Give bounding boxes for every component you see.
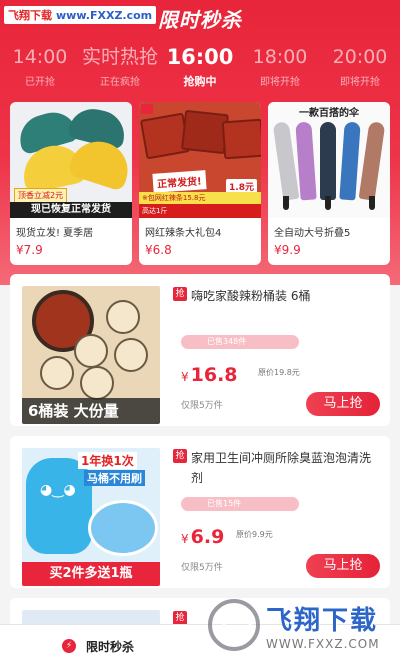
product-price: ¥7.9 [16,243,43,257]
original-price: 原价9.9元 [236,530,273,539]
product-name: 现货立发! 夏季居 [16,228,94,239]
time-slot-1800[interactable]: 18:00 即将开抢 [240,44,320,94]
image-promo-banner: 买2件多送1瓶 [22,562,160,586]
umbrella [339,121,361,201]
sold-count-bar: 已售348件 [181,335,299,349]
slot-state: 即将开抢 [260,77,300,88]
corner-badge [141,104,153,114]
current-price: ¥6.9 [181,526,224,548]
noodle-cup [74,334,108,368]
watermark-logo-icon [208,599,260,651]
seckill-tag-icon: 抢 [173,287,187,301]
price-value: 6.9 [190,526,225,548]
spicy-strips-image: 正常发货! 1.8元 ※包网红辣条15.8元 高达1斤 [139,102,261,218]
time-slot-realtime[interactable]: 实时热抢 正在疯抢 [80,44,160,94]
umbrella-handle [283,196,289,210]
slot-state: 抢购中 [183,75,217,88]
cleaner-mascot [26,458,92,554]
watermark-bottom: 飞翔下载 WWW.FXXZ.COM [208,590,398,660]
shipping-label: 正常发货! [152,170,207,193]
umbrella-handle [369,196,375,210]
currency-symbol: ¥ [181,532,189,546]
seckill-tag-icon: 抢 [173,449,187,463]
tab-seckill-label: 限时秒杀 [86,639,135,654]
slot-time: 实时热抢 [81,46,158,68]
product-name: 网红辣条大礼包4 [145,228,222,239]
promo-ribbon-secondary: 高达1斤 [139,204,261,218]
product-price: ¥6.8 [145,243,172,257]
time-slot-2000[interactable]: 20:00 即将开抢 [320,44,400,94]
product-name: 全自动大号折叠5 [274,228,351,239]
featured-products-row: 顶香立减2元 现已恢复正常发货 现货立发! 夏季居 ¥7.9 正常发货! 1.8… [10,102,390,265]
noodle-cup [114,338,148,372]
toilet-bowl [88,500,158,556]
limit-text: 仅限5万件 [181,401,223,411]
price-value: 16.8 [190,364,238,386]
time-slot-bar: 14:00 已开抢 实时热抢 正在疯抢 16:00 抢购中 18:00 即将开抢… [0,44,400,94]
watermark-name: 飞翔下载 [266,605,379,636]
product-card-spicy-strips[interactable]: 正常发货! 1.8元 ※包网红辣条15.8元 高达1斤 网红辣条大礼包4 ¥6.… [139,102,261,265]
product-price: ¥9.9 [274,243,301,257]
slippers-image: 顶香立减2元 现已恢复正常发货 [10,102,132,218]
noodle-cup [80,366,114,400]
slot-time: 18:00 [252,46,308,68]
mascot-face: ◕‿◕ [40,482,76,498]
slot-state: 正在疯抢 [100,77,140,88]
promo-ribbon: ※包网红辣条15.8元 [139,192,261,204]
toilet-cleaner-image: ◕‿◕ 1年换1次 马桶不用刷 买2件多送1瓶 [22,448,160,586]
noodle-cup [40,356,74,390]
slot-time: 16:00 [166,45,234,69]
tab-seckill[interactable]: ⚡ 限时秒杀 [62,638,134,655]
seckill-tag-icon: 抢 [173,611,187,625]
umbrella [358,121,386,201]
umbrella-image-title: 一款百搭的伞 [299,108,359,119]
umbrella-handle [325,196,331,210]
slot-time: 14:00 [12,46,68,68]
noodle-cup [106,300,140,334]
time-slot-1400[interactable]: 14:00 已开抢 [0,44,80,94]
umbrella [320,122,336,200]
discount-tag: 顶香立减2元 [14,188,68,203]
time-slot-1600-active[interactable]: 16:00 抢购中 [160,44,240,94]
item-title: 家用卫生间冲厕所除臭蓝泡泡清洗剂 [191,451,372,485]
item-title: 嗨吃家酸辣粉桶装 6桶 [191,289,311,303]
image-subheadline: 马桶不用刷 [84,470,145,486]
snack-pack [221,118,261,160]
slot-state: 已开抢 [25,77,55,88]
image-headline: 1年换1次 [78,452,137,469]
buy-now-button[interactable]: 马上抢 [306,392,380,416]
watermark-texts: 飞翔下载 WWW.FXXZ.COM [266,600,380,651]
lightning-icon: ⚡ [62,639,76,653]
umbrella-image: 一款百搭的伞 [268,102,390,218]
slot-state: 即将开抢 [340,77,380,88]
shipping-banner: 现已恢复正常发货 [10,202,132,218]
watermark-url: WWW.FXXZ.COM [266,636,380,651]
image-caption: 6桶装 大份量 [22,398,160,424]
seckill-item-noodles[interactable]: 6桶装 大份量 抢 嗨吃家酸辣粉桶装 6桶 已售348件 ¥16.8 原价19.… [10,274,390,426]
limit-text: 仅限5万件 [181,563,223,573]
product-card-slippers[interactable]: 顶香立减2元 现已恢复正常发货 现货立发! 夏季居 ¥7.9 [10,102,132,265]
sold-count-bar: 已售15件 [181,497,299,511]
page-title: 限时秒杀 [158,8,242,32]
noodles-image: 6桶装 大份量 [22,286,160,424]
original-price: 原价19.8元 [258,368,300,377]
seckill-item-toilet-cleaner[interactable]: ◕‿◕ 1年换1次 马桶不用刷 买2件多送1瓶 抢 家用卫生间冲厕所除臭蓝泡泡清… [10,436,390,588]
umbrella [295,121,317,201]
currency-symbol: ¥ [181,370,189,384]
product-card-umbrella[interactable]: 一款百搭的伞 全自动大号折叠5 ¥9.9 [268,102,390,265]
current-price: ¥16.8 [181,364,238,386]
buy-now-button[interactable]: 马上抢 [306,554,380,578]
slot-time: 20:00 [332,46,388,68]
